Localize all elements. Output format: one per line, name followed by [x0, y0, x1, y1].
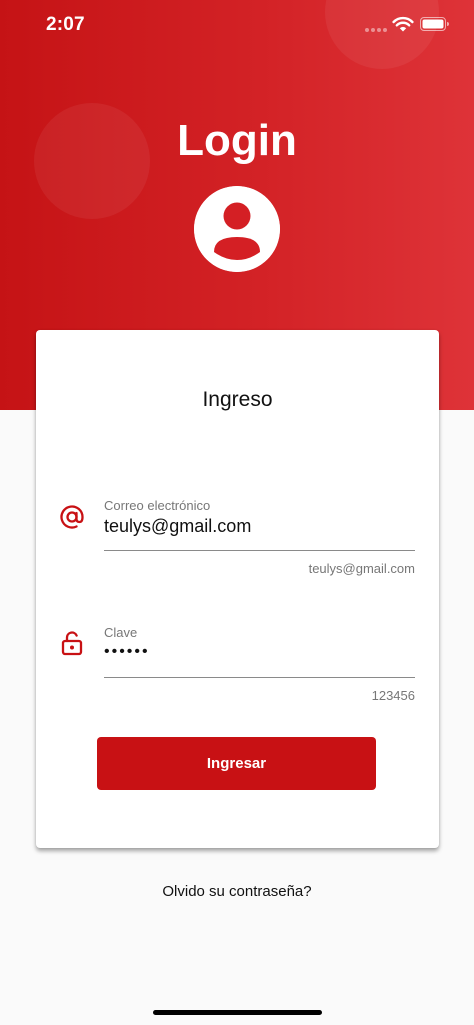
- status-bar: 2:07: [0, 0, 474, 50]
- email-field[interactable]: teulys@gmail.com: [104, 516, 251, 537]
- page-title: Login: [177, 116, 297, 165]
- password-field[interactable]: ••••••: [104, 643, 150, 661]
- login-button[interactable]: Ingresar: [97, 737, 376, 790]
- email-helper-text: teulys@gmail.com: [308, 561, 415, 576]
- email-field-underline: [104, 550, 415, 551]
- status-time: 2:07: [46, 14, 85, 35]
- password-field-underline: [104, 677, 415, 678]
- password-helper-text: 123456: [371, 688, 415, 703]
- login-card: Ingreso Correo electrónico teulys@gmail.…: [36, 330, 439, 848]
- home-indicator[interactable]: [153, 1010, 322, 1015]
- lock-open-icon: [61, 631, 83, 656]
- at-sign-icon: [60, 505, 84, 529]
- account-circle-icon: [194, 186, 280, 272]
- password-field-label: Clave: [104, 625, 138, 640]
- forgot-password-link[interactable]: Olvido su contraseña?: [0, 883, 474, 900]
- card-title: Ingreso: [202, 388, 273, 411]
- wifi-icon: [392, 16, 414, 32]
- cellular-signal-icon: [365, 28, 387, 32]
- email-field-label: Correo electrónico: [104, 498, 211, 513]
- battery-icon: [420, 17, 449, 31]
